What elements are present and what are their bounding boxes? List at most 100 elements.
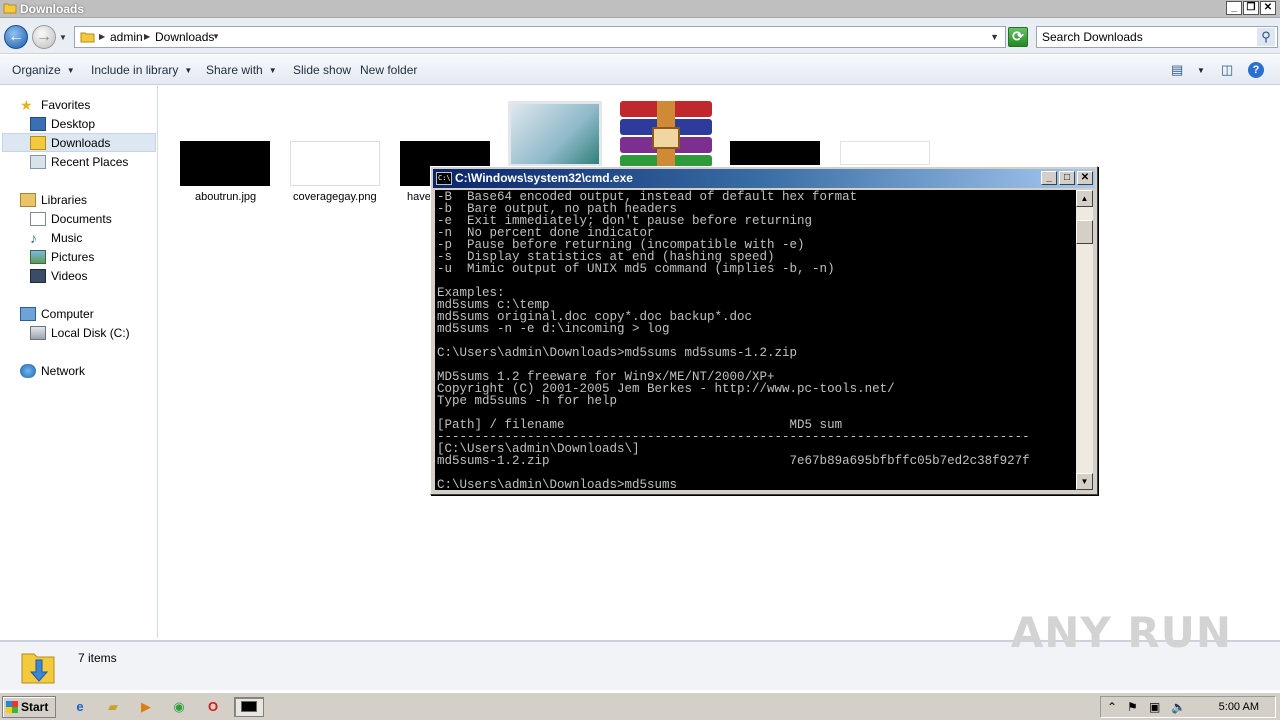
system-tray: ⌃ ⚑ ▣ 🔈 5:00 AM	[1100, 696, 1276, 718]
cmd-window[interactable]: C:\ C:\Windows\system32\cmd.exe _ □ ✕ -B…	[430, 166, 1098, 495]
nav-favorites[interactable]: ★ Favorites	[20, 95, 90, 114]
nav-label: Local Disk (C:)	[51, 325, 130, 340]
cmd-close-button[interactable]: ✕	[1077, 171, 1093, 185]
file-name[interactable]: aboutrun.jpg	[195, 191, 256, 203]
slide-show-button[interactable]: Slide show	[293, 63, 351, 77]
breadcrumb-downloads[interactable]: Downloads	[155, 30, 214, 44]
breadcrumb-arrow-icon[interactable]: ▼	[212, 32, 220, 41]
taskbar: Start e ▰ ▶ ◉ O ⌃ ⚑ ▣ 🔈 5:00 AM	[0, 692, 1280, 720]
back-button[interactable]: ←	[4, 25, 28, 49]
scroll-down-icon[interactable]: ▼	[1076, 473, 1093, 490]
nav-downloads[interactable]: Downloads	[2, 133, 156, 152]
maximize-button[interactable]: ❐	[1243, 1, 1259, 15]
scrollbar-thumb[interactable]	[1076, 220, 1093, 244]
nav-label: Music	[51, 230, 83, 245]
file-thumbnail[interactable]	[180, 141, 270, 186]
show-hidden-icons-icon[interactable]: ⌃	[1107, 700, 1117, 714]
nav-videos[interactable]: Videos	[30, 266, 87, 285]
refresh-icon: ⟳	[1012, 28, 1024, 44]
console-line: md5sums -n -e d:\incoming > log	[437, 322, 670, 336]
search-icon[interactable]: ⚲	[1257, 28, 1275, 46]
nav-music[interactable]: ♪ Music	[30, 228, 82, 247]
include-in-library-menu[interactable]: Include in library ▼	[91, 63, 192, 77]
cmd-icon: C:\	[436, 172, 452, 185]
breadcrumb-arrow-icon[interactable]: ▶	[144, 32, 150, 41]
cmd-minimize-button[interactable]: _	[1041, 171, 1057, 185]
recent-places-icon	[30, 154, 46, 169]
breadcrumb-arrow-icon[interactable]: ▶	[99, 32, 105, 41]
window-title: Downloads	[20, 2, 85, 16]
media-player-icon[interactable]: ▶	[134, 697, 158, 717]
computer-icon	[20, 306, 36, 321]
preview-pane-icon[interactable]: ◫	[1221, 62, 1233, 78]
volume-icon[interactable]: 🔈	[1171, 700, 1186, 714]
forward-button[interactable]: →	[32, 25, 56, 49]
file-thumbnail[interactable]	[508, 101, 602, 167]
documents-icon	[30, 211, 46, 226]
cmd-taskbar-button[interactable]	[234, 697, 264, 717]
minimize-button[interactable]: _	[1226, 1, 1242, 15]
item-count: 7 items	[78, 651, 117, 665]
dropdown-icon: ▼	[184, 66, 193, 76]
explorer-folder-icon[interactable]: ▰	[101, 697, 125, 717]
clock[interactable]: 5:00 AM	[1219, 701, 1259, 713]
file-name[interactable]: coveragegay.png	[293, 191, 377, 203]
downloads-folder-icon	[21, 653, 55, 684]
start-label: Start	[21, 700, 49, 714]
winrar-archive-icon[interactable]	[620, 101, 712, 167]
nav-libraries[interactable]: Libraries	[20, 190, 87, 209]
close-button[interactable]: ✕	[1260, 1, 1276, 15]
nav-label: Pictures	[51, 249, 95, 264]
cmd-scrollbar[interactable]: ▲ ▼	[1076, 190, 1093, 490]
file-name[interactable]: have	[407, 191, 431, 203]
nav-network[interactable]: Network	[20, 361, 85, 380]
share-with-menu[interactable]: Share with ▼	[206, 63, 277, 77]
file-thumbnail[interactable]	[290, 141, 380, 186]
address-dropdown-icon[interactable]: ▼	[990, 32, 999, 42]
search-box[interactable]: ⚲	[1036, 26, 1278, 48]
cmd-titlebar[interactable]: C:\ C:\Windows\system32\cmd.exe _ □ ✕	[433, 169, 1095, 188]
console-line: md5sums-1.2.zip 7e67b89a695bfbffc05b7ed2…	[437, 454, 1030, 468]
desktop-icon	[30, 116, 46, 131]
new-folder-button[interactable]: New folder	[360, 63, 417, 77]
action-center-flag-icon[interactable]: ⚑	[1127, 700, 1138, 714]
opera-icon[interactable]: O	[201, 697, 225, 717]
nav-recent-places[interactable]: Recent Places	[30, 152, 128, 171]
console-output[interactable]: -B Base64 encoded output, instead of def…	[435, 190, 1076, 490]
console-line: C:\Users\admin\Downloads>md5sums md5sums…	[437, 346, 798, 360]
downloads-folder-icon	[30, 135, 46, 150]
refresh-button[interactable]: ⟳	[1008, 27, 1028, 47]
window-titlebar: Downloads _ ❐ ✕	[0, 0, 1280, 18]
command-bar: Organize ▼ Include in library ▼ Share with…	[0, 55, 1280, 85]
nav-local-disk[interactable]: Local Disk (C:)	[30, 323, 130, 342]
nav-label: Libraries	[41, 192, 88, 207]
pictures-icon	[30, 249, 46, 264]
view-dropdown-icon[interactable]: ▼	[1197, 66, 1205, 75]
address-bar[interactable]: ▶ admin ▶ Downloads ▼ ▼	[74, 26, 1006, 48]
file-thumbnail[interactable]	[730, 141, 820, 165]
breadcrumb-admin[interactable]: admin	[110, 30, 143, 44]
cmd-icon	[241, 701, 257, 712]
scroll-up-icon[interactable]: ▲	[1076, 190, 1093, 207]
file-thumbnail[interactable]	[840, 141, 930, 165]
nav-desktop[interactable]: Desktop	[30, 114, 95, 133]
nav-documents[interactable]: Documents	[30, 209, 112, 228]
organize-label: Organize	[12, 63, 61, 77]
start-button[interactable]: Start	[2, 696, 56, 718]
change-view-icon[interactable]: ▤	[1171, 62, 1183, 78]
nav-pictures[interactable]: Pictures	[30, 247, 94, 266]
network-tray-icon[interactable]: ▣	[1149, 700, 1160, 714]
search-input[interactable]	[1042, 28, 1252, 46]
chrome-icon[interactable]: ◉	[167, 697, 191, 717]
organize-menu[interactable]: Organize ▼	[12, 63, 75, 77]
nav-label: Computer	[41, 306, 94, 321]
history-dropdown-icon[interactable]: ▼	[59, 33, 67, 42]
nav-computer[interactable]: Computer	[20, 304, 94, 323]
dropdown-icon: ▼	[66, 66, 75, 76]
internet-explorer-icon[interactable]: e	[68, 697, 92, 717]
libraries-icon	[20, 192, 36, 207]
help-icon[interactable]: ?	[1248, 62, 1264, 78]
cmd-maximize-button[interactable]: □	[1059, 171, 1075, 185]
nav-label: Desktop	[51, 116, 96, 131]
folder-icon	[80, 32, 95, 43]
